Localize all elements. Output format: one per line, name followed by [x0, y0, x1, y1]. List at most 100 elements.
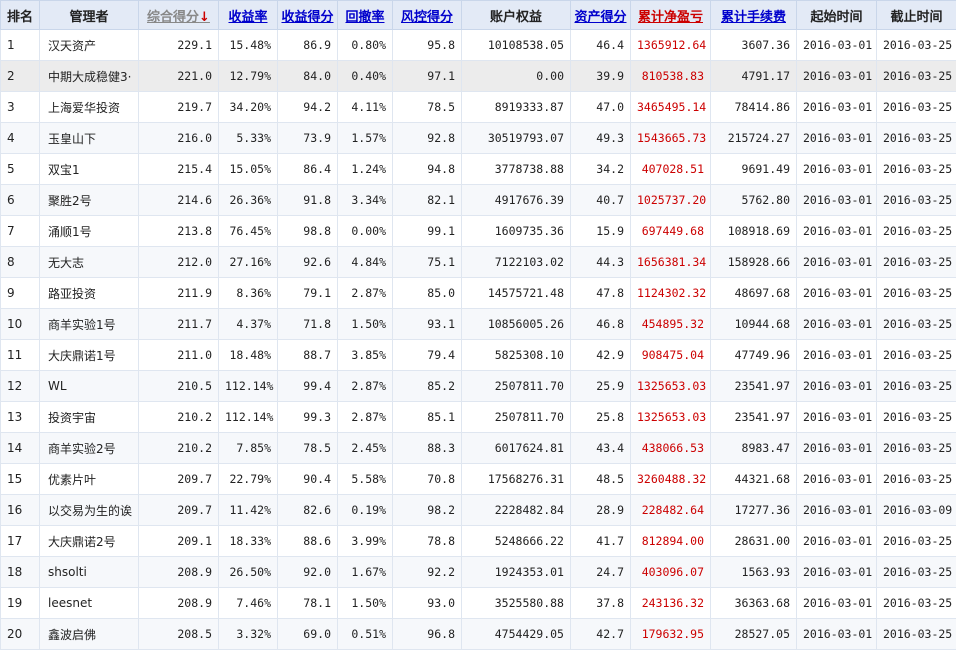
cell-asset-score: 42.7 — [571, 619, 631, 650]
table-row[interactable]: 15优素片叶209.722.79%90.45.58%70.817568276.3… — [1, 464, 956, 495]
cell-return-rate: 4.37% — [219, 309, 278, 340]
cell-rank: 15 — [1, 464, 40, 495]
cell-end: 2016-03-25 — [877, 123, 956, 154]
cell-fee: 158928.66 — [711, 247, 797, 278]
col-composite[interactable]: 综合得分↓ — [139, 1, 219, 30]
table-row[interactable]: 10商羊实验1号211.74.37%71.81.50%93.110856005.… — [1, 309, 956, 340]
cell-return-rate: 34.20% — [219, 92, 278, 123]
col-return-score[interactable]: 收益得分 — [278, 1, 338, 30]
cell-manager: 投资宇宙 — [40, 402, 139, 433]
col-pnl[interactable]: 累计净盈亏 — [631, 1, 711, 30]
cell-composite: 209.1 — [139, 526, 219, 557]
cell-start: 2016-03-01 — [797, 30, 877, 61]
cell-return-rate: 26.50% — [219, 557, 278, 588]
cell-end: 2016-03-25 — [877, 371, 956, 402]
table-row[interactable]: 11大庆鼎诺1号211.018.48%88.73.85%79.45825308.… — [1, 340, 956, 371]
table-row[interactable]: 16以交易为生的诶209.711.42%82.60.19%98.22228482… — [1, 495, 956, 526]
table-row[interactable]: 12WL210.5112.14%99.42.87%85.22507811.702… — [1, 371, 956, 402]
cell-pnl: 228482.64 — [631, 495, 711, 526]
table-row[interactable]: 4玉皇山下216.05.33%73.91.57%92.830519793.074… — [1, 123, 956, 154]
table-row[interactable]: 14商羊实验2号210.27.85%78.52.45%88.36017624.8… — [1, 433, 956, 464]
cell-asset-score: 46.8 — [571, 309, 631, 340]
cell-rank: 11 — [1, 340, 40, 371]
cell-equity: 0.00 — [462, 61, 571, 92]
cell-equity: 10856005.26 — [462, 309, 571, 340]
table-row[interactable]: 13投资宇宙210.2112.14%99.32.87%85.12507811.7… — [1, 402, 956, 433]
cell-return-score: 91.8 — [278, 185, 338, 216]
table-row[interactable]: 1汉天资产229.115.48%86.90.80%95.810108538.05… — [1, 30, 956, 61]
cell-composite: 211.7 — [139, 309, 219, 340]
cell-fee: 17277.36 — [711, 495, 797, 526]
cell-start: 2016-03-01 — [797, 526, 877, 557]
cell-end: 2016-03-25 — [877, 309, 956, 340]
table-row[interactable]: 3上海爱华投资219.734.20%94.24.11%78.58919333.8… — [1, 92, 956, 123]
cell-start: 2016-03-01 — [797, 371, 877, 402]
cell-equity: 30519793.07 — [462, 123, 571, 154]
table-row[interactable]: 6聚胜2号214.626.36%91.83.34%82.14917676.394… — [1, 185, 956, 216]
cell-drawdown: 0.51% — [338, 619, 393, 650]
cell-return-rate: 7.85% — [219, 433, 278, 464]
table-row[interactable]: 18shsolti208.926.50%92.01.67%92.21924353… — [1, 557, 956, 588]
table-row[interactable]: 17大庆鼎诺2号209.118.33%88.63.99%78.85248666.… — [1, 526, 956, 557]
cell-start: 2016-03-01 — [797, 464, 877, 495]
cell-risk-score: 99.1 — [393, 216, 462, 247]
cell-pnl: 1656381.34 — [631, 247, 711, 278]
table-row[interactable]: 9路亚投资211.98.36%79.12.87%85.014575721.484… — [1, 278, 956, 309]
cell-composite: 208.9 — [139, 588, 219, 619]
col-drawdown[interactable]: 回撤率 — [338, 1, 393, 30]
table-row[interactable]: 19leesnet208.97.46%78.11.50%93.03525580.… — [1, 588, 956, 619]
cell-drawdown: 1.67% — [338, 557, 393, 588]
cell-composite: 208.9 — [139, 557, 219, 588]
cell-fee: 3607.36 — [711, 30, 797, 61]
cell-fee: 1563.93 — [711, 557, 797, 588]
cell-drawdown: 1.50% — [338, 309, 393, 340]
cell-return-rate: 15.48% — [219, 30, 278, 61]
col-return-rate[interactable]: 收益率 — [219, 1, 278, 30]
cell-risk-score: 79.4 — [393, 340, 462, 371]
cell-drawdown: 2.87% — [338, 278, 393, 309]
cell-drawdown: 2.87% — [338, 371, 393, 402]
cell-composite: 215.4 — [139, 154, 219, 185]
cell-risk-score: 92.2 — [393, 557, 462, 588]
cell-return-score: 99.4 — [278, 371, 338, 402]
table-row[interactable]: 7涌顺1号213.876.45%98.80.00%99.11609735.361… — [1, 216, 956, 247]
table-row[interactable]: 20鑫波启佛208.53.32%69.00.51%96.84754429.054… — [1, 619, 956, 650]
cell-rank: 6 — [1, 185, 40, 216]
cell-equity: 4917676.39 — [462, 185, 571, 216]
cell-asset-score: 48.5 — [571, 464, 631, 495]
cell-equity: 5825308.10 — [462, 340, 571, 371]
cell-pnl: 908475.04 — [631, 340, 711, 371]
cell-composite: 209.7 — [139, 495, 219, 526]
cell-start: 2016-03-01 — [797, 495, 877, 526]
col-asset-score[interactable]: 资产得分 — [571, 1, 631, 30]
cell-start: 2016-03-01 — [797, 433, 877, 464]
cell-asset-score: 43.4 — [571, 433, 631, 464]
cell-pnl: 1124302.32 — [631, 278, 711, 309]
cell-drawdown: 5.58% — [338, 464, 393, 495]
table-row[interactable]: 5双宝1215.415.05%86.41.24%94.83778738.8834… — [1, 154, 956, 185]
cell-risk-score: 92.8 — [393, 123, 462, 154]
cell-equity: 2507811.70 — [462, 371, 571, 402]
cell-start: 2016-03-01 — [797, 185, 877, 216]
cell-start: 2016-03-01 — [797, 619, 877, 650]
cell-manager: 上海爱华投资 — [40, 92, 139, 123]
cell-equity: 5248666.22 — [462, 526, 571, 557]
col-fee[interactable]: 累计手续费 — [711, 1, 797, 30]
cell-manager: 以交易为生的诶 — [40, 495, 139, 526]
col-risk-score[interactable]: 风控得分 — [393, 1, 462, 30]
cell-return-rate: 76.45% — [219, 216, 278, 247]
table-row[interactable]: 8无大志212.027.16%92.64.84%75.17122103.0244… — [1, 247, 956, 278]
cell-fee: 108918.69 — [711, 216, 797, 247]
cell-manager: 无大志 — [40, 247, 139, 278]
cell-equity: 17568276.31 — [462, 464, 571, 495]
cell-manager: 涌顺1号 — [40, 216, 139, 247]
cell-rank: 8 — [1, 247, 40, 278]
cell-pnl: 1325653.03 — [631, 371, 711, 402]
cell-fee: 28631.00 — [711, 526, 797, 557]
cell-asset-score: 42.9 — [571, 340, 631, 371]
cell-asset-score: 24.7 — [571, 557, 631, 588]
table-row[interactable]: 2中期大成稳健3·221.012.79%84.00.40%97.10.0039.… — [1, 61, 956, 92]
cell-equity: 2507811.70 — [462, 402, 571, 433]
cell-equity: 2228482.84 — [462, 495, 571, 526]
cell-pnl: 243136.32 — [631, 588, 711, 619]
